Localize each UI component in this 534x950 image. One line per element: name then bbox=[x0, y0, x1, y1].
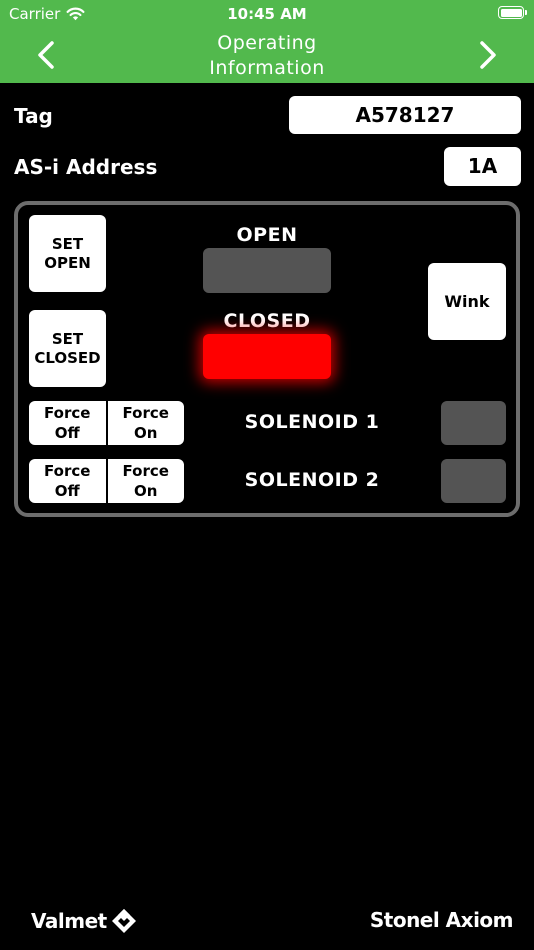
chevron-right-icon[interactable] bbox=[469, 38, 503, 72]
force-on-line2: On bbox=[134, 424, 158, 442]
wink-button[interactable]: Wink bbox=[428, 263, 506, 340]
open-label: OPEN bbox=[236, 224, 298, 246]
solenoid-1-indicator-lamp bbox=[441, 401, 506, 445]
valmet-logo: Valmet bbox=[31, 908, 137, 934]
closed-indicator-lamp bbox=[203, 334, 331, 379]
open-indicator-lamp bbox=[203, 248, 331, 293]
set-closed-button[interactable]: SET CLOSED bbox=[29, 310, 106, 387]
set-open-line2: OPEN bbox=[44, 253, 91, 272]
page-title: Operating Information bbox=[120, 31, 414, 81]
solenoid-2-label: SOLENOID 2 bbox=[244, 469, 380, 491]
solenoid-1-force-on-button[interactable]: Force On bbox=[105, 401, 185, 445]
page-title-line2: Information bbox=[209, 57, 325, 79]
force-off-line2: Off bbox=[54, 482, 80, 500]
force-on-line1: Force bbox=[122, 404, 169, 422]
set-closed-line2: CLOSED bbox=[34, 348, 101, 367]
nav-header: Carrier 10:45 AM Operating Information bbox=[0, 0, 534, 83]
force-on-line1: Force bbox=[122, 462, 169, 480]
force-off-line1: Force bbox=[44, 462, 91, 480]
asi-address-value-field[interactable]: 1A bbox=[444, 147, 521, 186]
valmet-wordmark: Valmet bbox=[31, 909, 107, 933]
solenoid-2-force-off-button[interactable]: Force Off bbox=[29, 459, 106, 503]
tag-value-field[interactable]: A578127 bbox=[289, 96, 521, 134]
set-open-line1: SET bbox=[51, 234, 84, 253]
force-off-line1: Force bbox=[44, 404, 91, 422]
force-off-line2: Off bbox=[54, 424, 80, 442]
valmet-diamond-icon bbox=[111, 909, 136, 933]
page-title-line1: Operating bbox=[217, 32, 317, 54]
status-bar: Carrier 10:45 AM bbox=[0, 0, 534, 28]
set-closed-line1: SET bbox=[51, 329, 84, 348]
battery-icon bbox=[498, 6, 527, 19]
set-open-button[interactable]: SET OPEN bbox=[29, 215, 106, 292]
closed-label: CLOSED bbox=[223, 310, 311, 332]
tag-label: Tag bbox=[14, 104, 53, 128]
solenoid-2-indicator-lamp bbox=[441, 459, 506, 503]
chevron-left-icon[interactable] bbox=[31, 38, 65, 72]
status-time: 10:45 AM bbox=[227, 5, 307, 23]
force-on-line2: On bbox=[134, 482, 158, 500]
stonel-axiom-brand: Stonel Axiom bbox=[369, 908, 514, 932]
solenoid-2-force-on-button[interactable]: Force On bbox=[105, 459, 185, 503]
solenoid-1-force-off-button[interactable]: Force Off bbox=[29, 401, 106, 445]
asi-address-label: AS-i Address bbox=[14, 155, 158, 179]
solenoid-1-force-controls: Force Off Force On bbox=[29, 401, 184, 445]
solenoid-2-force-controls: Force Off Force On bbox=[29, 459, 184, 503]
solenoid-1-label: SOLENOID 1 bbox=[244, 411, 380, 433]
